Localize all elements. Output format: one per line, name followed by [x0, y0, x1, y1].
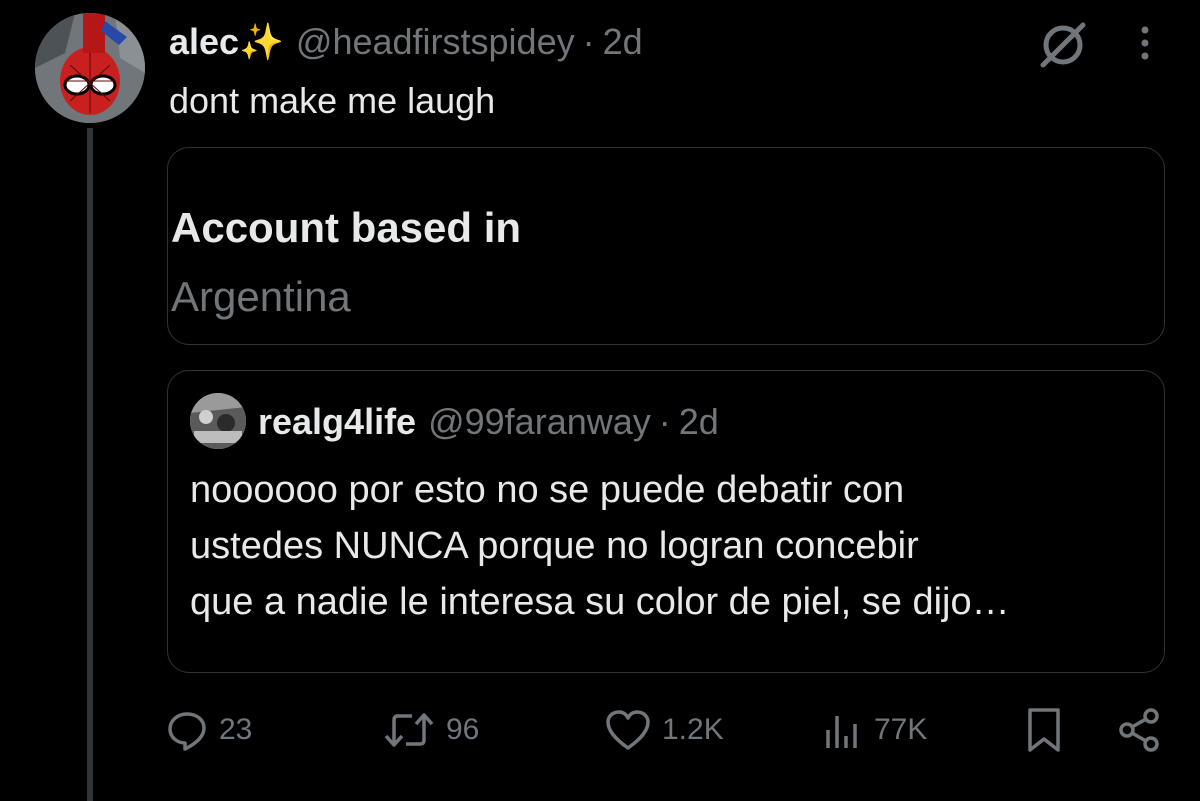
reply-button[interactable]: 23: [165, 702, 252, 758]
views-icon: [826, 716, 857, 748]
quoted-display-name: realg4life: [258, 401, 417, 442]
spider-man-avatar: [35, 13, 145, 123]
reply-count: 23: [219, 713, 253, 746]
bookmark-icon: [1028, 708, 1060, 752]
thread-line: [87, 128, 93, 801]
quoted-text-line: que a nadie le interesa su color de piel…: [190, 581, 1010, 623]
share-icon: [1119, 708, 1159, 752]
reply-icon: [168, 712, 206, 751]
tweet-text: dont make me laugh: [169, 80, 496, 121]
display-name[interactable]: alec: [169, 18, 239, 66]
views-button[interactable]: 77K: [822, 702, 927, 758]
quoted-avatar: [190, 393, 246, 449]
tweet-header: alec ✨ @headfirstspidey · 2d: [169, 18, 643, 66]
account-location-title: Account based in: [171, 204, 522, 251]
grok-button[interactable]: [1035, 20, 1091, 70]
quoted-time: 2d: [678, 401, 719, 442]
quoted-separator-dot: ·: [658, 401, 671, 442]
quoted-tweet-header: realg4life @99faranway · 2d: [258, 399, 719, 445]
views-count: 77K: [874, 713, 928, 746]
heart-icon: [606, 710, 650, 750]
bookmark-button[interactable]: [1024, 702, 1064, 758]
retweet-button[interactable]: 96: [382, 702, 479, 758]
more-button[interactable]: [1128, 18, 1162, 68]
retweet-count: 96: [446, 713, 480, 746]
retweet-icon: [384, 713, 434, 747]
user-handle[interactable]: @headfirstspidey: [296, 18, 575, 66]
quoted-avatar-image: [190, 393, 246, 449]
more-vertical-icon: [1141, 26, 1149, 60]
like-button[interactable]: 1.2K: [604, 702, 724, 758]
separator-dot: ·: [582, 21, 595, 62]
like-count: 1.2K: [662, 713, 724, 746]
avatar[interactable]: [35, 13, 145, 123]
account-location-value: Argentina: [171, 273, 351, 320]
sparkles-emoji: ✨: [239, 21, 284, 62]
quoted-handle: @99faranway: [428, 401, 651, 442]
quoted-text-line: ustedes NUNCA porque no logran concebir: [190, 525, 919, 567]
grok-icon: [1040, 22, 1086, 68]
tweet-time[interactable]: 2d: [603, 18, 643, 66]
quoted-tweet-text: noooooo por esto no se puede debatir con…: [190, 462, 1150, 630]
share-button[interactable]: [1115, 702, 1163, 758]
quoted-text-line: noooooo por esto no se puede debatir con: [190, 469, 905, 511]
